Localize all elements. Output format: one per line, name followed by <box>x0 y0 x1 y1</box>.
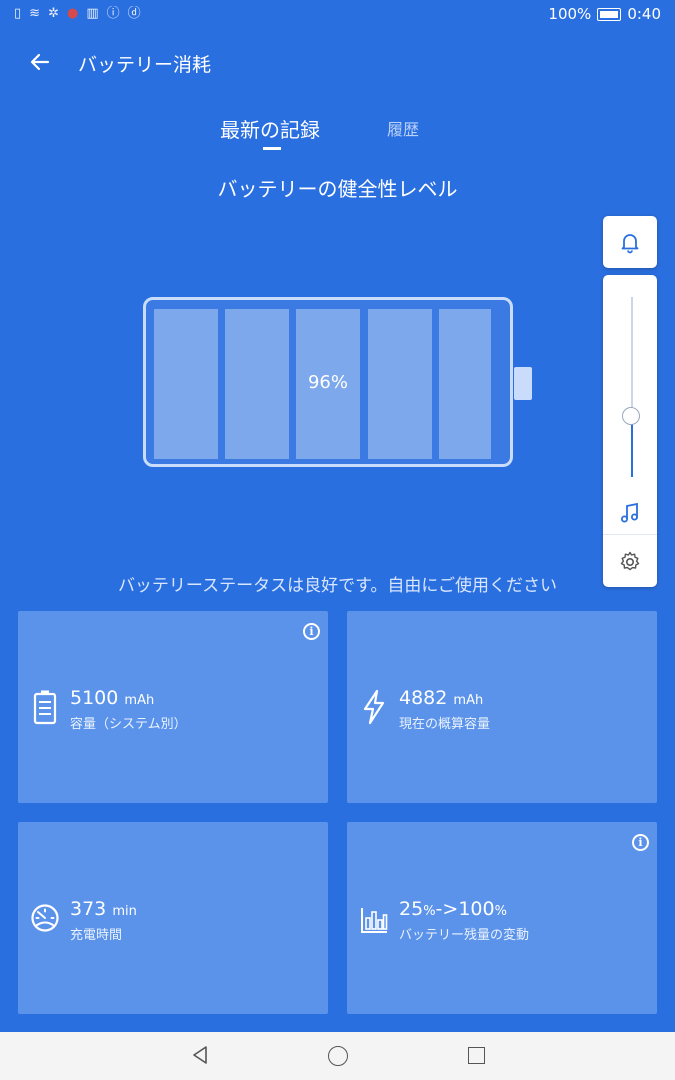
battery-list-icon <box>33 690 57 725</box>
vibrate-icon: ▥ <box>86 6 99 21</box>
status-bar: ▯ ≋ ✲ ● ▥ ⓘ ⓓ 100% 0:40 <box>0 0 675 28</box>
capacity-label: 容量（システム別） <box>70 717 187 732</box>
current-capacity-value: 4882 mAh <box>399 687 484 709</box>
nav-recents-icon[interactable] <box>468 1047 485 1064</box>
level-change-value: 25%->100% <box>399 898 507 920</box>
wifi-icon: ≋ <box>29 6 41 21</box>
charge-time-value: 373 min <box>70 898 137 920</box>
bar-chart-icon <box>361 908 388 933</box>
info-icon[interactable]: i <box>632 834 649 851</box>
ring-mode-button[interactable] <box>603 216 657 268</box>
clock: 0:40 <box>627 5 661 23</box>
volume-level <box>631 417 633 477</box>
battery-status-message: バッテリーステータスは良好です。自由にご使用ください <box>117 576 558 596</box>
lightning-icon <box>363 689 385 725</box>
bell-icon <box>621 234 639 254</box>
volume-panel <box>603 275 657 587</box>
battery-percent: 100% <box>548 5 592 23</box>
notification-app-icon: ● <box>66 6 79 21</box>
card-charge-time: 373 min 充電時間 <box>18 822 328 1014</box>
health-title: バッテリーの健全性レベル <box>217 177 458 201</box>
active-tab-indicator <box>263 147 281 150</box>
status-right: 100% 0:40 <box>548 5 661 23</box>
current-capacity-label: 現在の概算容量 <box>399 717 491 732</box>
status-icons: ▯ ≋ ✲ ● ▥ ⓘ ⓓ <box>14 6 141 22</box>
capacity-value: 5100 mAh <box>70 687 155 709</box>
card-current-capacity: 4882 mAh 現在の概算容量 <box>347 611 657 803</box>
volume-divider <box>603 534 657 535</box>
sim-icon: ▯ <box>14 6 22 21</box>
page-title: バッテリー消耗 <box>78 54 212 76</box>
speedometer-icon <box>31 904 59 932</box>
tab-latest[interactable]: 最新の記録 <box>220 114 320 143</box>
tab-history[interactable]: 履歴 <box>387 116 419 140</box>
volume-slider-handle[interactable] <box>622 407 640 425</box>
charge-time-label: 充電時間 <box>70 928 123 943</box>
d-status-icon: ⓓ <box>127 6 141 21</box>
back-arrow-icon[interactable] <box>28 50 52 74</box>
nav-home-icon[interactable] <box>328 1046 348 1066</box>
level-change-label: バッテリー残量の変動 <box>399 928 530 943</box>
battery-tip <box>514 367 532 400</box>
nav-back-icon[interactable] <box>190 1044 210 1066</box>
card-level-change: i 25%->100% バッテリー残量の変動 <box>347 822 657 1014</box>
gear-status-icon: ✲ <box>48 6 59 21</box>
music-note-icon <box>621 502 638 523</box>
card-design-capacity: i 5100 mAh 容量（システム別） <box>18 611 328 803</box>
navigation-bar <box>0 1032 675 1080</box>
info-icon[interactable]: i <box>303 623 320 640</box>
battery-status-icon <box>597 7 622 21</box>
battery-health-percent: 96% <box>307 372 348 393</box>
info-status-icon: ⓘ <box>106 6 120 21</box>
